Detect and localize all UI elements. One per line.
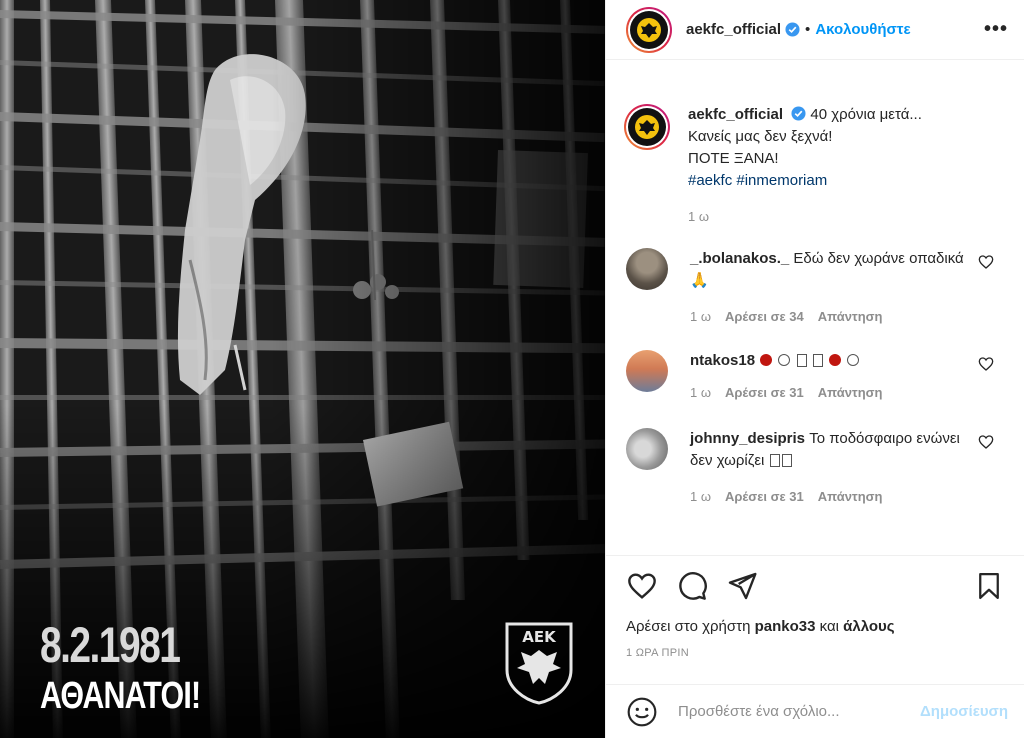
caption-time[interactable]: 1 ω: [688, 206, 709, 228]
aek-avatar-icon: [635, 115, 659, 139]
comment-input[interactable]: Προσθέστε ένα σχόλιο...: [678, 703, 920, 720]
comment-likes[interactable]: Αρέσει σε 31: [725, 486, 804, 508]
comment-body: _.bolanakos._ Εδώ δεν χωράνε οπαδικά 🙏 1…: [690, 248, 1004, 328]
reply-button[interactable]: Απάντηση: [818, 306, 883, 328]
white-circle-icon: [847, 354, 860, 366]
more-options-icon[interactable]: •••: [984, 18, 1008, 41]
action-icons-row: [626, 568, 1004, 604]
comment-composer: Προσθέστε ένα σχόλιο... Δημοσίευση: [606, 684, 1024, 738]
like-comment-heart-icon[interactable]: [978, 434, 994, 450]
comment-body: ntakos18 1 ω Αρέσει σε 31 Απάντηση: [690, 350, 1004, 404]
hashtag-link[interactable]: #aekfc: [688, 172, 732, 189]
reply-button[interactable]: Απάντηση: [818, 382, 883, 404]
share-send-icon[interactable]: [726, 570, 758, 602]
caption-avatar[interactable]: [624, 104, 670, 150]
red-circle-icon: [760, 354, 773, 366]
comment-username[interactable]: ntakos18: [690, 352, 755, 369]
comment-time[interactable]: 1 ω: [690, 306, 711, 328]
caption-row: aekfc_official 40 χρόνια μετά... Κανείς …: [624, 104, 1004, 228]
memorial-date: 8.2.1981: [40, 617, 181, 673]
like-comment-heart-icon[interactable]: [978, 356, 994, 372]
white-circle-icon: [778, 354, 791, 366]
unknown-glyph-icon: [781, 454, 792, 467]
comment-row: _.bolanakos._ Εδώ δεν χωράνε οπαδικά 🙏 1…: [626, 248, 1004, 328]
post-comment-button[interactable]: Δημοσίευση: [920, 703, 1008, 720]
avatar[interactable]: [626, 6, 672, 53]
verified-badge-icon: [791, 106, 806, 121]
comment-text: [759, 352, 860, 369]
comments-section: aekfc_official 40 χρόνια μετά... Κανείς …: [606, 96, 1024, 556]
verified-badge-icon: [785, 22, 800, 37]
comment-bubble-icon[interactable]: [676, 570, 708, 602]
avatar[interactable]: [626, 428, 668, 470]
memorial-slogan: ΑΘΑΝΑΤΟΙ!: [40, 675, 201, 717]
posted-time[interactable]: 1 ΩΡΑ ΠΡΙΝ: [626, 647, 1004, 659]
like-heart-icon[interactable]: [626, 570, 658, 602]
aek-avatar-icon: [637, 17, 661, 42]
comment-likes[interactable]: Αρέσει σε 34: [725, 306, 804, 328]
caption-line-1: 40 χρόνια μετά...: [810, 106, 922, 123]
svg-text:ΑΕΚ: ΑΕΚ: [522, 628, 557, 646]
reply-button[interactable]: Απάντηση: [818, 486, 883, 508]
instagram-post-view: 8.2.1981 ΑΘΑΝΑΤΟΙ! ΑΕΚ aekfc_official • …: [0, 0, 1024, 738]
unknown-glyph-icon: [796, 354, 807, 367]
comment-row: ntakos18 1 ω Αρέσει σε 31 Απάντηση: [626, 350, 1004, 404]
emoji-smiley-icon[interactable]: [626, 696, 658, 728]
likes-and: και: [819, 618, 839, 635]
post-photo[interactable]: 8.2.1981 ΑΘΑΝΑΤΟΙ! ΑΕΚ: [0, 0, 605, 738]
caption-body: aekfc_official 40 χρόνια μετά... Κανείς …: [688, 104, 1004, 228]
post-header: aekfc_official • Ακολουθήστε •••: [606, 0, 1024, 60]
comment-time[interactable]: 1 ω: [690, 382, 711, 404]
comment-likes[interactable]: Αρέσει σε 31: [725, 382, 804, 404]
likes-prefix: Αρέσει στο χρήστη: [626, 618, 751, 635]
header-separator: •: [805, 21, 811, 38]
comment-body: johnny_desipris Το ποδόσφαιρο ενώνει δεν…: [690, 428, 1004, 508]
hashtag-link[interactable]: #inmemoriam: [736, 172, 827, 189]
bookmark-icon[interactable]: [974, 570, 1004, 602]
avatar[interactable]: [626, 248, 668, 290]
red-circle-icon: [828, 354, 841, 366]
liker-username[interactable]: panko33: [755, 618, 816, 635]
aek-crest-logo: ΑΕΚ: [505, 622, 573, 705]
like-comment-heart-icon[interactable]: [978, 254, 994, 270]
caption-line-2: Κανείς μας δεν ξεχνά!: [688, 128, 833, 145]
caption-username[interactable]: aekfc_official: [688, 106, 783, 123]
post-side-panel: aekfc_official • Ακολουθήστε ••• aekfc_o…: [605, 0, 1024, 738]
post-actions: Αρέσει στο χρήστη panko33 και άλλους 1 Ω…: [606, 555, 1024, 659]
avatar[interactable]: [626, 350, 668, 392]
follow-button[interactable]: Ακολουθήστε: [815, 21, 910, 38]
comment-username[interactable]: _.bolanakos._: [690, 250, 789, 267]
comment-time[interactable]: 1 ω: [690, 486, 711, 508]
header-username[interactable]: aekfc_official: [686, 21, 781, 38]
comment-username[interactable]: johnny_desipris: [690, 430, 805, 447]
unknown-glyph-icon: [769, 454, 780, 467]
likes-others-link[interactable]: άλλους: [843, 618, 894, 635]
comment-row: johnny_desipris Το ποδόσφαιρο ενώνει δεν…: [626, 428, 1004, 508]
likes-summary: Αρέσει στο χρήστη panko33 και άλλους: [626, 618, 1004, 635]
caption-line-3: ΠΟΤΕ ΞΑΝΑ!: [688, 150, 779, 167]
unknown-glyph-icon: [812, 354, 823, 367]
